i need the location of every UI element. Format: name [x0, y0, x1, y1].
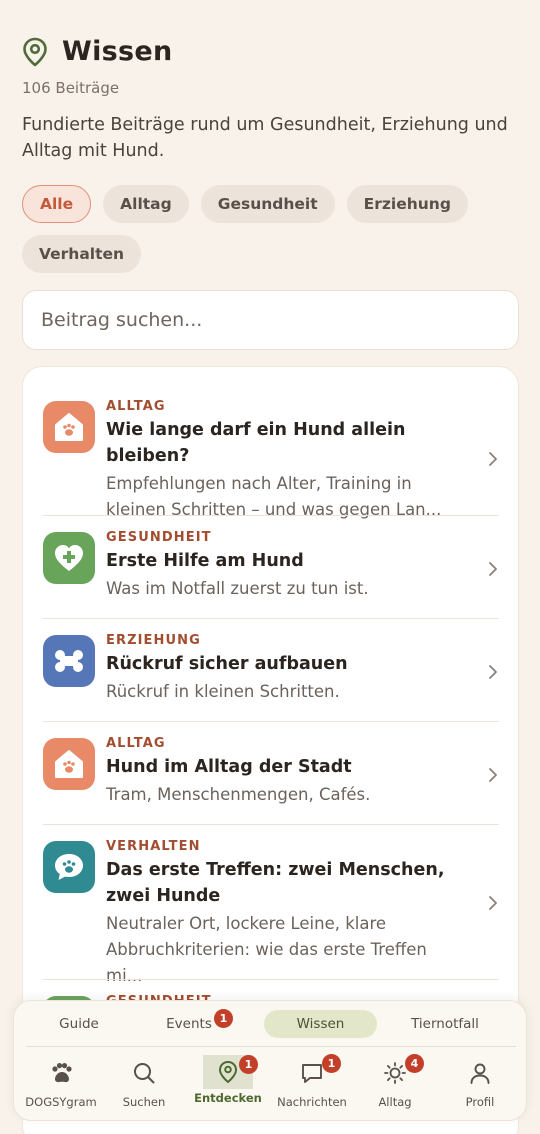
chat-paw-icon — [43, 841, 95, 893]
bone-icon — [43, 635, 95, 687]
section-tabs: Guide Events 1 Wissen Tiernotfall — [14, 1001, 528, 1047]
article-description: Tram, Menschenmengen, Cafés. — [106, 785, 371, 804]
filter-chip-erziehung[interactable]: Erziehung — [346, 185, 468, 223]
chevron-right-icon — [489, 562, 497, 576]
filter-chips: Alle Alltag Gesundheit Erziehung Verhalt… — [22, 185, 522, 273]
nav-entdecken[interactable]: Entdecken 1 — [186, 1055, 270, 1105]
article-category: ERZIEHUNG — [106, 633, 201, 648]
events-badge: 1 — [214, 1009, 233, 1028]
nav-divider — [26, 1046, 516, 1047]
article-category: VERHALTEN — [106, 839, 201, 854]
article-title: Wie lange darf ein Hund allein bleiben? — [106, 420, 406, 466]
divider — [43, 824, 499, 825]
nav-label: Nachrichten — [277, 1095, 347, 1109]
heart-plus-icon — [43, 532, 95, 584]
tab-tiernotfall[interactable]: Tiernotfall — [399, 1010, 491, 1038]
article-title: Erste Hilfe am Hund — [106, 551, 304, 571]
filter-chip-alltag[interactable]: Alltag — [103, 185, 189, 223]
list-item[interactable]: ALLTAG Hund im Alltag der Stadt Tram, Me… — [43, 736, 499, 816]
entdecken-badge: 1 — [239, 1055, 258, 1074]
article-description: Rückruf in kleinen Schritten. — [106, 682, 340, 701]
search-icon — [134, 1063, 155, 1084]
divider — [43, 618, 499, 619]
map-pin-icon — [23, 37, 47, 66]
nav-label: Entdecken — [194, 1091, 262, 1105]
article-title: Hund im Alltag der Stadt — [106, 757, 352, 777]
user-icon — [470, 1063, 490, 1084]
list-item[interactable]: ALLTAG Wie lange darf ein Hund allein bl… — [43, 399, 499, 519]
alltag-badge: 4 — [405, 1054, 424, 1073]
page-title: Wissen — [62, 36, 173, 67]
nav-alltag[interactable]: Alltag 4 — [353, 1054, 437, 1109]
chevron-right-icon — [489, 896, 497, 910]
nav-dogsygram[interactable]: DOGSYgram — [19, 1059, 103, 1109]
tab-wissen[interactable]: Wissen — [264, 1010, 377, 1038]
divider — [43, 515, 499, 516]
article-category: ALLTAG — [106, 736, 166, 751]
divider — [43, 979, 499, 980]
nachrichten-badge: 1 — [322, 1054, 341, 1073]
search-input[interactable] — [22, 290, 519, 350]
page-header: Wissen — [22, 36, 173, 67]
article-title: Rückruf sicher aufbauen — [106, 654, 348, 674]
paw-icon — [52, 1063, 72, 1083]
nav-label: Suchen — [122, 1095, 166, 1109]
chevron-right-icon — [489, 452, 497, 466]
house-paw-icon — [43, 738, 95, 790]
intro-text: Fundierte Beiträge rund um Gesundheit, E… — [22, 115, 508, 161]
list-item[interactable]: GESUNDHEIT Erste Hilfe am Hund Was im No… — [43, 530, 499, 610]
filter-chip-gesundheit[interactable]: Gesundheit — [200, 185, 335, 223]
nav-profil[interactable]: Profil — [438, 1059, 522, 1109]
chevron-right-icon — [489, 768, 497, 782]
nav-label: DOGSYgram — [25, 1095, 97, 1109]
chevron-right-icon — [489, 665, 497, 679]
article-category: GESUNDHEIT — [106, 530, 212, 545]
tab-guide[interactable]: Guide — [36, 1010, 122, 1038]
map-pin-icon — [219, 1061, 237, 1083]
chat-icon — [302, 1064, 322, 1083]
list-item[interactable]: VERHALTEN Das erste Treffen: zwei Mensch… — [43, 839, 499, 985]
filter-chip-verhalten[interactable]: Verhalten — [22, 235, 142, 273]
article-description: Was im Notfall zuerst zu tun ist. — [106, 579, 369, 598]
nav-suchen[interactable]: Suchen — [102, 1059, 186, 1109]
article-description: Neutraler Ort, lockere Leine, klare Abbr… — [106, 914, 427, 985]
article-count: 106 Beiträge — [22, 79, 120, 97]
article-title: Das erste Treffen: zwei Menschen, zwei H… — [106, 860, 445, 906]
divider — [43, 721, 499, 722]
filter-chip-alle[interactable]: Alle — [22, 185, 92, 223]
nav-nachrichten[interactable]: Nachrichten 1 — [270, 1054, 354, 1109]
nav-label: Alltag — [378, 1095, 412, 1109]
article-category: ALLTAG — [106, 399, 166, 414]
nav-label: Profil — [465, 1095, 495, 1109]
list-item[interactable]: ERZIEHUNG Rückruf sicher aufbauen Rückru… — [43, 633, 499, 713]
house-paw-icon — [43, 401, 95, 453]
sun-icon — [384, 1062, 406, 1084]
bottom-navigation: Guide Events 1 Wissen Tiernotfall DOGSYg… — [13, 1000, 527, 1121]
